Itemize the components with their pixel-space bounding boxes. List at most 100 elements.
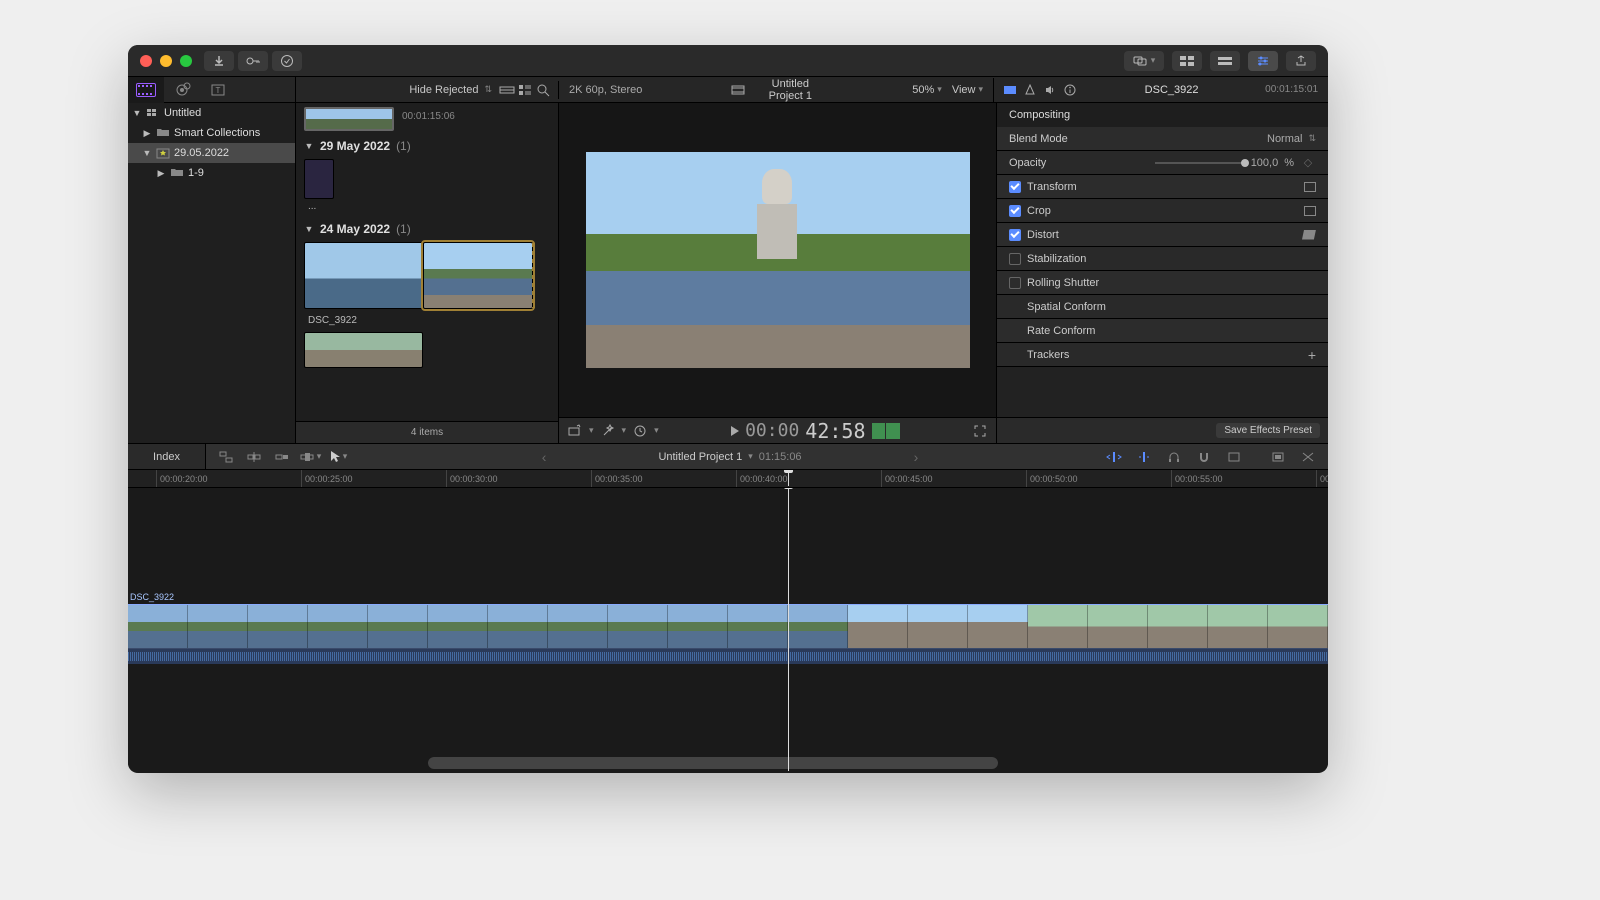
background-tasks-button[interactable] [272,51,302,71]
rolling-shutter-row[interactable]: Rolling Shutter [997,271,1328,295]
effects-dropdown[interactable] [567,423,583,439]
timeline-clip[interactable] [128,604,1328,649]
fullscreen-button[interactable] [972,423,988,439]
disclosure-triangle-icon[interactable]: ▼ [142,148,152,158]
connect-clip-button[interactable] [214,447,238,467]
share-button[interactable] [1286,51,1316,71]
distort-row[interactable]: Distort [997,223,1328,247]
view-dropdown[interactable]: View ▾ [952,84,983,96]
close-window[interactable] [140,55,152,67]
library-item[interactable]: ▼ Untitled [128,103,295,123]
stabilization-checkbox[interactable] [1009,253,1021,265]
library-tab[interactable] [128,77,164,103]
timeline-ruler[interactable]: 00:00:20:00 00:00:25:00 00:00:30:00 00:0… [128,470,1328,488]
audio-inspector-tab[interactable] [1042,82,1058,98]
audio-skimming-button[interactable] [1132,447,1156,467]
audio-waveform[interactable] [128,649,1328,664]
minimize-window[interactable] [160,55,172,67]
layout-inspector-button[interactable] [1248,51,1278,71]
keyframe-button[interactable]: ◇ [1300,155,1316,171]
clip-appearance-button[interactable] [498,81,516,99]
zoom-dropdown[interactable]: 50% ▾ [912,84,942,96]
viewer-canvas[interactable] [559,103,996,417]
event-item[interactable]: ▼ 29.05.2022 [128,143,295,163]
rolling-shutter-checkbox[interactable] [1009,277,1021,289]
info-inspector-tab[interactable] [1062,82,1078,98]
layout-timeline-button[interactable] [1210,51,1240,71]
clip-thumb-a[interactable] [304,242,423,309]
fullscreen-window[interactable] [180,55,192,67]
transitions-browser-button[interactable] [1296,447,1320,467]
photos-tab[interactable] [164,77,200,103]
date-group-2[interactable]: ▼ 24 May 2022 (1) [304,222,550,236]
distort-control-icon[interactable] [1302,230,1316,240]
crop-row[interactable]: Crop [997,199,1328,223]
list-view-button[interactable] [516,81,534,99]
trackers-row[interactable]: Trackers + [997,343,1328,367]
solo-button[interactable] [1162,447,1186,467]
select-tool[interactable]: ▾ [326,447,350,467]
scrollbar-thumb[interactable] [428,757,998,769]
insert-clip-button[interactable] [242,447,266,467]
retime-dropdown[interactable] [632,423,648,439]
play-button[interactable] [731,426,739,436]
folder-item[interactable]: ▶ 1-9 [128,163,295,183]
clip-thumb-b-selected[interactable] [423,242,533,309]
spatial-conform-row[interactable]: Spatial Conform [997,295,1328,319]
disclosure-triangle-icon[interactable]: ▶ [142,128,152,139]
playhead-marker[interactable] [788,472,789,486]
project-thumb[interactable] [304,107,394,131]
clip-thumb-c[interactable] [304,332,423,368]
timeline-index-button[interactable]: Index [128,444,206,469]
search-button[interactable] [534,81,552,99]
horizontal-scrollbar[interactable] [428,757,998,769]
chevron-down-icon[interactable]: ▾ [622,425,627,436]
onscreen-control-icon[interactable] [1304,182,1316,192]
transform-checkbox[interactable] [1009,181,1021,193]
event-viewer-icon[interactable] [730,82,746,98]
onscreen-control-icon[interactable] [1304,206,1316,216]
timeline-project-dropdown[interactable]: ▾ [748,451,753,462]
audio-meters[interactable] [872,423,900,439]
disclosure-triangle-icon[interactable]: ▼ [304,224,314,234]
append-icon [274,450,290,464]
clip-thumb-small[interactable] [304,159,334,199]
date-group-1[interactable]: ▼ 29 May 2022 (1) [304,139,550,153]
timeline-view-button[interactable] [1222,447,1246,467]
opacity-value[interactable]: 100,0 [1251,157,1279,169]
disclosure-triangle-icon[interactable]: ▼ [132,108,142,118]
layout-browser-button[interactable] [1172,51,1202,71]
timeline-body[interactable]: DSC_3922 [128,488,1328,771]
skimming-button[interactable] [1102,447,1126,467]
video-inspector-tab[interactable] [1002,82,1018,98]
append-clip-button[interactable] [270,447,294,467]
rate-conform-row[interactable]: Rate Conform [997,319,1328,343]
timeline-history-forward[interactable]: › [914,449,919,465]
smart-collections-item[interactable]: ▶ Smart Collections [128,123,295,143]
add-tracker-button[interactable]: + [1308,347,1316,363]
disclosure-triangle-icon[interactable]: ▶ [156,168,166,179]
playhead[interactable] [788,488,789,771]
crop-checkbox[interactable] [1009,205,1021,217]
disclosure-triangle-icon[interactable]: ▼ [304,141,314,151]
chevron-down-icon[interactable]: ▾ [654,425,659,436]
effects-browser-button[interactable] [1266,447,1290,467]
save-effects-preset-button[interactable]: Save Effects Preset [1216,423,1320,438]
titles-tab[interactable]: T [200,77,236,103]
transform-row[interactable]: Transform [997,175,1328,199]
keyword-button[interactable] [238,51,268,71]
timeline-history-back[interactable]: ‹ [542,449,547,465]
stabilization-row[interactable]: Stabilization [997,247,1328,271]
compositing-header[interactable]: Compositing [997,103,1328,127]
distort-checkbox[interactable] [1009,229,1021,241]
extensions-dropdown[interactable]: ▾ [1124,51,1164,71]
enhance-dropdown[interactable] [600,423,616,439]
opacity-slider[interactable] [1155,162,1245,164]
chevron-down-icon[interactable]: ▾ [589,425,594,436]
hide-rejected-dropdown[interactable]: Hide Rejected ⇅ [403,84,498,96]
blend-mode-dropdown[interactable]: Normal ⇅ [1267,133,1316,145]
snapping-button[interactable] [1192,447,1216,467]
import-button[interactable] [204,51,234,71]
color-inspector-tab[interactable] [1022,82,1038,98]
overwrite-clip-button[interactable]: ▾ [298,447,322,467]
